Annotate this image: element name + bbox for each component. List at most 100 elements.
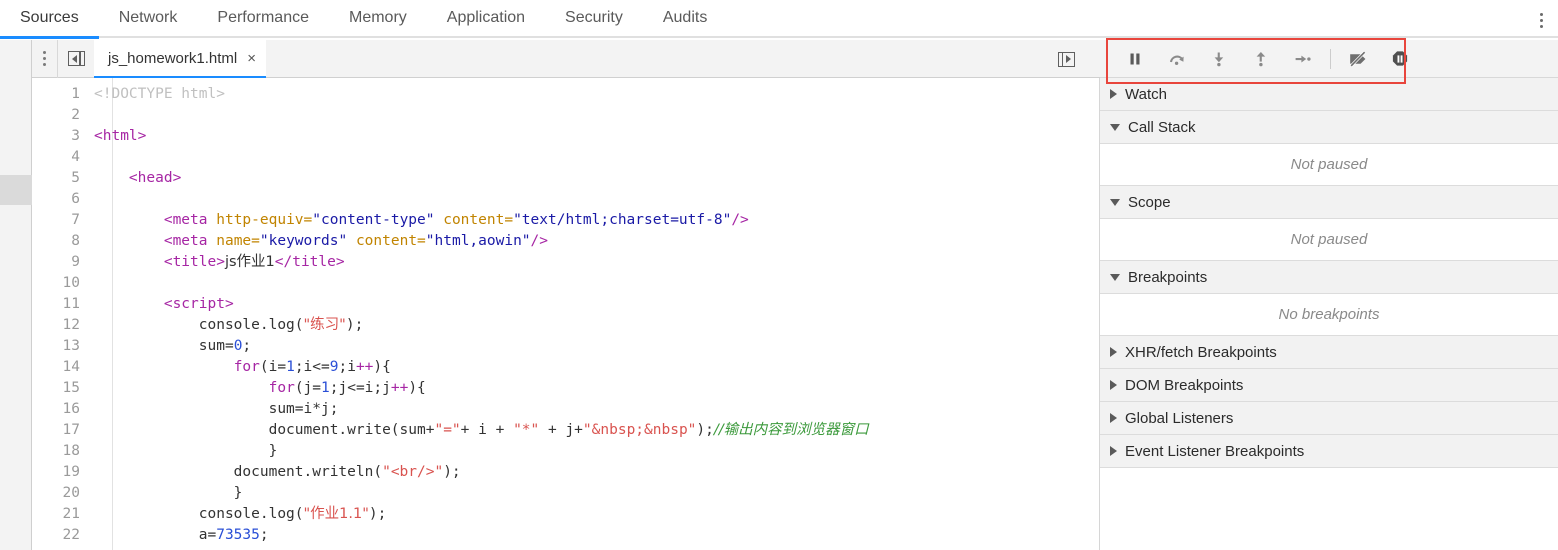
code-line[interactable]: 14 for(i=1;i<=9;i++){ (32, 357, 1082, 378)
code-token: ;j<=i;j (330, 380, 391, 396)
code-token: //输出内容到浏览器窗口 (714, 422, 869, 438)
show-navigator-icon[interactable] (58, 40, 94, 78)
section-header-dom-breakpoints[interactable]: DOM Breakpoints (1100, 369, 1558, 402)
code-token: document.writeln( (94, 464, 382, 480)
code-line[interactable]: 6 (32, 189, 1082, 210)
section-header-scope[interactable]: Scope (1100, 186, 1558, 219)
section-title: Watch (1125, 86, 1167, 103)
section-header-xhr-fetch-breakpoints[interactable]: XHR/fetch Breakpoints (1100, 336, 1558, 369)
code-token: "作业1.1" (304, 506, 369, 522)
code-line[interactable]: 16 sum=i*j; (32, 399, 1082, 420)
code-line[interactable]: 10 (32, 273, 1082, 294)
code-token: ++ (391, 380, 408, 396)
code-line[interactable]: 8 <meta name="keywords" content="html,ao… (32, 231, 1082, 252)
step-over-icon[interactable] (1156, 40, 1198, 78)
close-icon[interactable]: × (247, 51, 256, 66)
file-tab-js-homework1[interactable]: js_homework1.html × (94, 40, 266, 78)
line-number: 8 (32, 231, 80, 252)
code-token: document.write(sum+ (94, 422, 434, 438)
code-token: <script> (164, 296, 234, 312)
code-line[interactable]: 18 } (32, 441, 1082, 462)
code-token: <html> (94, 128, 146, 144)
deactivate-breakpoints-icon[interactable] (1337, 40, 1379, 78)
line-number: 10 (32, 273, 80, 294)
tab-audits[interactable]: Audits (643, 0, 727, 37)
code-line[interactable]: 1 <!DOCTYPE html> (32, 84, 1082, 105)
section-header-call-stack[interactable]: Call Stack (1100, 111, 1558, 144)
tab-label: Audits (663, 9, 707, 27)
code-token: "<br/>" (382, 464, 443, 480)
line-number: 7 (32, 210, 80, 231)
code-token: name= (216, 233, 260, 249)
chevron-right-icon (1110, 413, 1117, 423)
section-body: No breakpoints (1100, 294, 1558, 336)
code-token (94, 254, 164, 270)
pause-on-exceptions-icon[interactable] (1379, 40, 1421, 78)
tab-label: Sources (20, 9, 79, 27)
line-number: 1 (32, 84, 80, 105)
code-token: ); (346, 317, 363, 333)
code-line[interactable]: 7 <meta http-equiv="content-type" conten… (32, 210, 1082, 231)
section-header-watch[interactable]: Watch (1100, 78, 1558, 111)
code-token: <!DOCTYPE html> (94, 86, 225, 102)
code-token: a= (94, 527, 216, 543)
code-line[interactable]: 21 console.log("作业1.1"); (32, 504, 1082, 525)
tab-network[interactable]: Network (99, 0, 198, 37)
code-line[interactable]: 20 } (32, 483, 1082, 504)
code-editor[interactable]: 1 <!DOCTYPE html> 23 <html> 45 <head>67 <met… (32, 78, 1100, 550)
step-into-icon[interactable] (1198, 40, 1240, 78)
code-line[interactable]: 15 for(j=1;j<=i;j++){ (32, 378, 1082, 399)
code-line[interactable]: 2 (32, 105, 1082, 126)
code-line[interactable]: 4 (32, 147, 1082, 168)
more-vertical-icon[interactable] (32, 40, 58, 78)
code-content[interactable]: 1 <!DOCTYPE html> 23 <html> 45 <head>67 <met… (32, 84, 1082, 546)
code-line[interactable]: 12 console.log("练习"); (32, 315, 1082, 336)
section-header-global-listeners[interactable]: Global Listeners (1100, 402, 1558, 435)
code-line[interactable]: 9 <title>js作业1</title> (32, 252, 1082, 273)
code-token: + i + (461, 422, 513, 438)
code-token (94, 170, 129, 186)
navigator-rail[interactable] (0, 40, 32, 550)
code-token: ){ (373, 359, 390, 375)
pause-script-icon[interactable] (1114, 40, 1156, 78)
line-number: 13 (32, 336, 80, 357)
tab-security[interactable]: Security (545, 0, 643, 37)
line-number: 22 (32, 525, 80, 546)
line-number: 3 (32, 126, 80, 147)
code-token: 1 (321, 380, 330, 396)
code-token: <head> (129, 170, 181, 186)
section-header-breakpoints[interactable]: Breakpoints (1100, 261, 1558, 294)
code-token: "text/html;charset=utf-8" (513, 212, 731, 228)
tab-sources[interactable]: Sources (0, 0, 99, 37)
tab-application[interactable]: Application (427, 0, 545, 37)
section-title: DOM Breakpoints (1125, 377, 1243, 394)
code-line-text: <script> (80, 294, 234, 315)
more-vertical-icon[interactable] (1530, 9, 1552, 31)
code-line[interactable]: 22 a=73535; (32, 525, 1082, 546)
section-header-event-listener-breakpoints[interactable]: Event Listener Breakpoints (1100, 435, 1558, 468)
code-line[interactable]: 5 <head> (32, 168, 1082, 189)
chevron-down-icon (1110, 199, 1120, 206)
code-line-text: <title>js作业1</title> (80, 252, 345, 273)
tab-performance[interactable]: Performance (197, 0, 329, 37)
tab-memory[interactable]: Memory (329, 0, 427, 37)
code-line[interactable]: 11 <script> (32, 294, 1082, 315)
code-token: http-equiv= (216, 212, 312, 228)
code-line-text: document.writeln("<br/>"); (80, 462, 461, 483)
code-token: (j= (295, 380, 321, 396)
code-token: content= (443, 212, 513, 228)
code-line[interactable]: 17 document.write(sum+"="+ i + "*" + j+"… (32, 420, 1082, 441)
tab-label: Network (119, 9, 178, 27)
tab-label: Performance (217, 9, 309, 27)
code-line[interactable]: 19 document.writeln("<br/>"); (32, 462, 1082, 483)
code-token: /> (531, 233, 548, 249)
code-token: } (94, 443, 277, 459)
code-line[interactable]: 3 <html> (32, 126, 1082, 147)
step-out-icon[interactable] (1240, 40, 1282, 78)
show-debugger-icon[interactable] (1048, 40, 1084, 78)
step-icon[interactable] (1282, 40, 1324, 78)
code-token: <meta (164, 233, 216, 249)
code-token: ;i<= (295, 359, 330, 375)
code-line[interactable]: 13 sum=0; (32, 336, 1082, 357)
code-token: "=" (434, 422, 460, 438)
